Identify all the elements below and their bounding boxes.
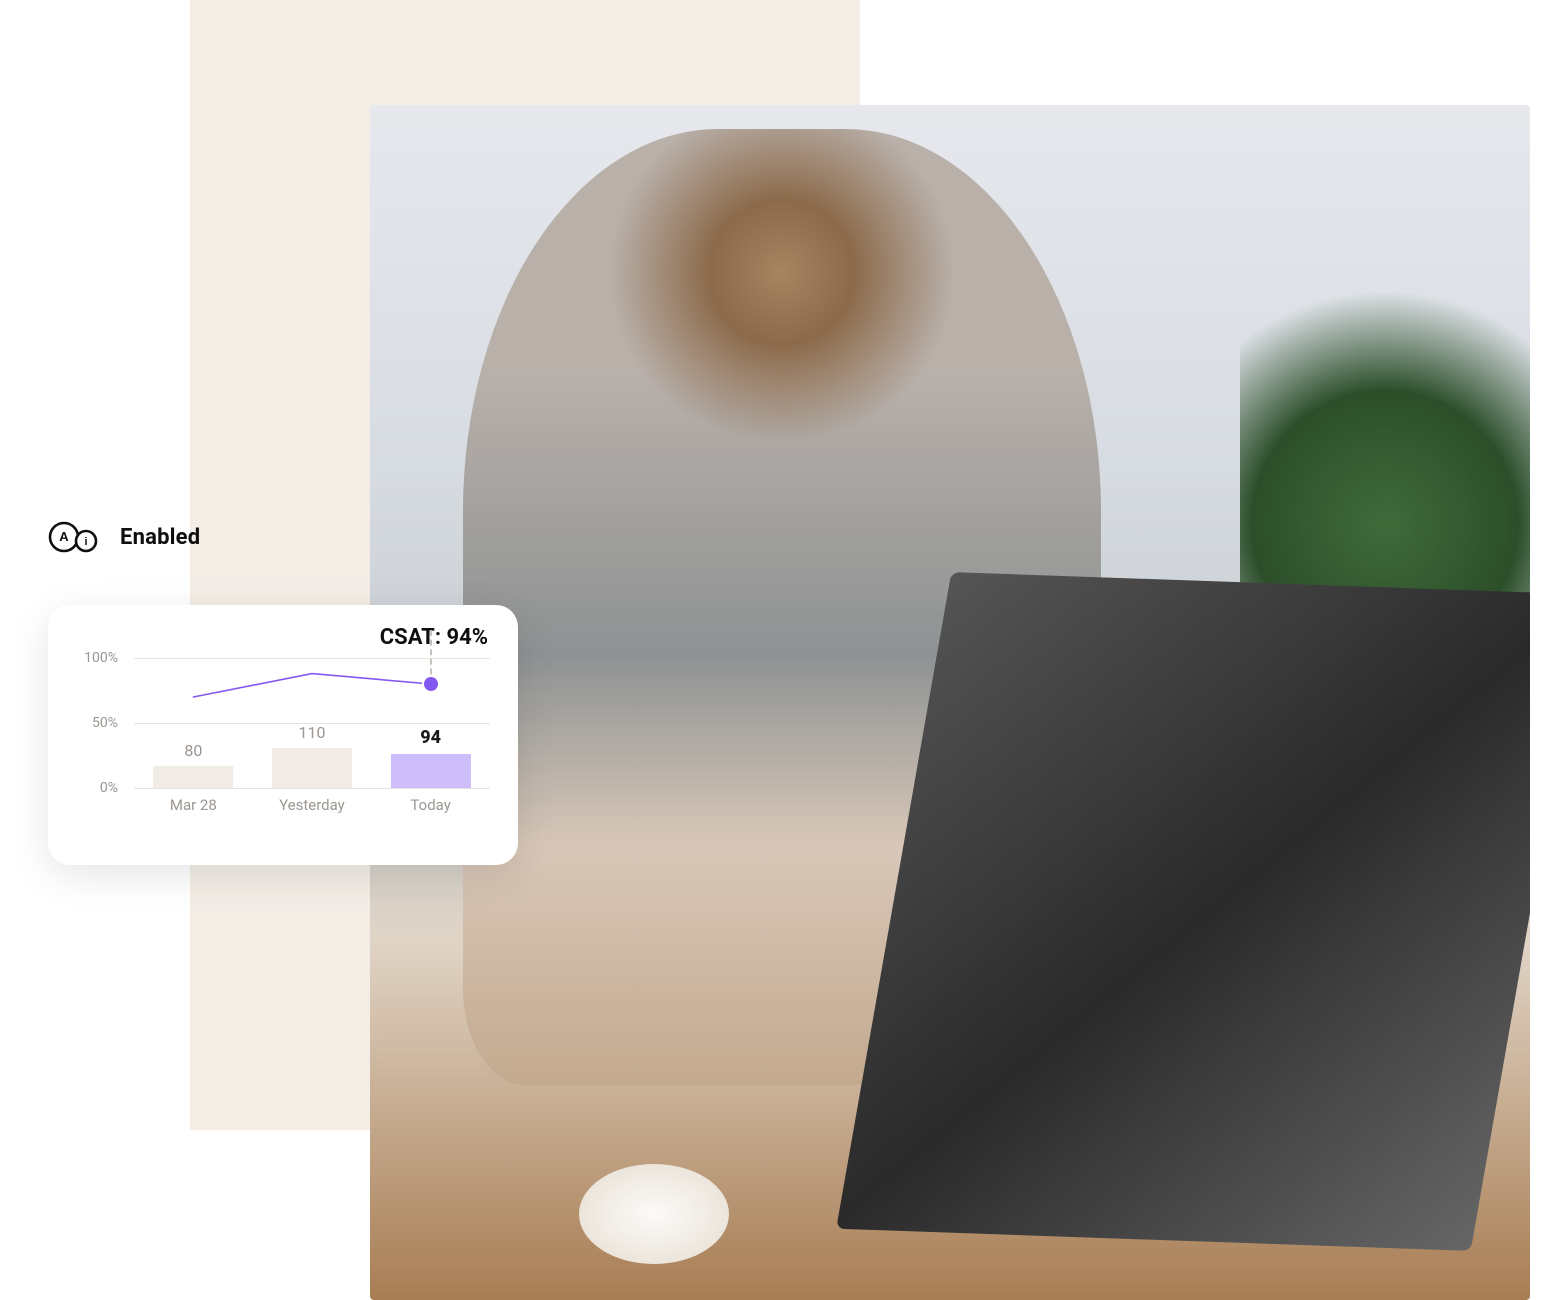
- csat-chart-card: CSAT: 94% 100% 50% 0% 80 110: [48, 605, 518, 865]
- x-tick: Today: [371, 796, 490, 814]
- ai-enabled-label: Enabled: [120, 525, 200, 550]
- photo-laptop: [836, 572, 1530, 1251]
- y-tick: 100%: [72, 650, 118, 666]
- hero-photo: [370, 105, 1530, 1300]
- y-axis: 100% 50% 0%: [72, 658, 126, 788]
- x-tick: Mar 28: [134, 796, 253, 814]
- grid-line: [134, 788, 490, 789]
- x-tick: Yesterday: [253, 796, 372, 814]
- ai-icon: A i: [48, 519, 106, 555]
- ai-enabled-badge: A i Enabled: [48, 519, 200, 555]
- y-tick: 50%: [72, 715, 118, 731]
- photo-cup: [579, 1164, 729, 1264]
- chart-plot: 80 110 94: [134, 658, 490, 788]
- y-tick: 0%: [72, 780, 118, 796]
- chart-body: 100% 50% 0% 80 110 94: [72, 658, 494, 818]
- x-axis: Mar 28 Yesterday Today: [134, 796, 490, 818]
- svg-text:A: A: [59, 529, 69, 544]
- chart-line: [134, 658, 490, 788]
- svg-text:i: i: [84, 536, 87, 548]
- chart-line-marker-dot: [424, 677, 438, 691]
